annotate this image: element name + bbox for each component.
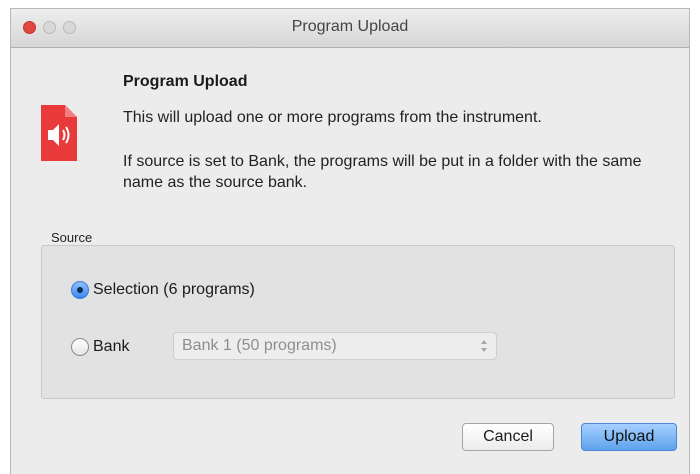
selection-radio-label[interactable]: Selection (6 programs)	[93, 281, 255, 299]
speaker-icon	[39, 103, 79, 163]
title-bar[interactable]: Program Upload	[11, 9, 689, 48]
bank-select-value: Bank 1 (50 programs)	[182, 337, 337, 354]
program-upload-window: Program Upload Program Upload This will …	[10, 8, 690, 474]
dialog-message-note: If source is set to Bank, the programs w…	[123, 153, 642, 191]
window-title: Program Upload	[291, 18, 409, 35]
dialog-message: This will upload one or more programs fr…	[123, 109, 542, 126]
cancel-button[interactable]: Cancel	[462, 423, 554, 451]
selection-radio-button[interactable]	[71, 281, 89, 299]
bank-radio-label[interactable]: Bank	[93, 338, 129, 356]
up-down-arrows-icon	[480, 338, 488, 354]
bank-radio-button[interactable]	[71, 338, 89, 356]
dialog-heading: Program Upload	[123, 73, 248, 90]
selection-radio-option[interactable]: Selection (6 programs)	[71, 281, 255, 299]
bank-radio-option[interactable]: Bank	[71, 338, 129, 356]
source-group-box	[41, 245, 675, 399]
upload-button[interactable]: Upload	[581, 423, 677, 451]
bank-select[interactable]: Bank 1 (50 programs)	[173, 332, 497, 360]
source-group-label: Source	[51, 230, 93, 245]
